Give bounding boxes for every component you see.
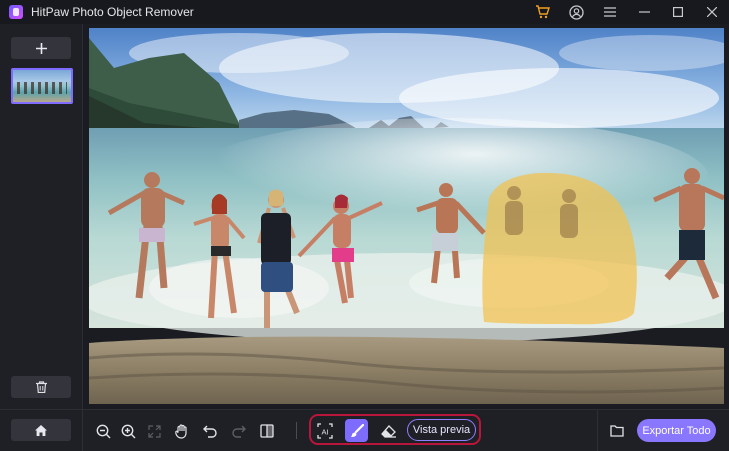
fit-screen-icon — [147, 424, 161, 438]
minimize-icon[interactable] — [627, 0, 661, 24]
brush-icon — [350, 423, 364, 437]
cart-icon[interactable] — [525, 0, 559, 24]
zoom-out-icon — [96, 424, 110, 438]
compare-button[interactable] — [256, 420, 278, 442]
home-icon — [35, 424, 47, 436]
plus-icon — [35, 42, 47, 54]
beach-photo — [89, 28, 724, 404]
undo-button[interactable] — [199, 420, 221, 442]
svg-text:AI: AI — [321, 427, 328, 436]
title-bar: HitPaw Photo Object Remover — [0, 0, 729, 24]
delete-button[interactable] — [11, 376, 71, 398]
trash-icon — [35, 381, 47, 393]
bottom-toolbar: AI Vista previa Exportar Todo — [0, 409, 729, 451]
preview-button[interactable]: Vista previa — [407, 419, 476, 441]
fit-screen-button[interactable] — [143, 420, 165, 442]
zoom-in-button[interactable] — [117, 420, 139, 442]
close-icon[interactable] — [695, 0, 729, 24]
menu-icon[interactable] — [593, 0, 627, 24]
app-title: HitPaw Photo Object Remover — [31, 5, 194, 19]
sidebar — [0, 24, 83, 409]
hand-icon — [175, 423, 187, 439]
home-button[interactable] — [11, 419, 71, 441]
ai-select-button[interactable]: AI — [314, 420, 336, 442]
add-image-button[interactable] — [11, 37, 71, 59]
zoom-out-button[interactable] — [92, 420, 114, 442]
eraser-icon — [380, 424, 396, 438]
hand-button[interactable] — [171, 420, 193, 442]
open-folder-button[interactable] — [606, 420, 628, 442]
ai-select-icon: AI — [317, 423, 333, 439]
image-thumbnail[interactable] — [11, 68, 73, 104]
maximize-icon[interactable] — [661, 0, 695, 24]
zoom-in-icon — [121, 424, 135, 438]
redo-button[interactable] — [228, 420, 250, 442]
export-all-button[interactable]: Exportar Todo — [637, 419, 716, 442]
app-logo-icon — [9, 5, 23, 19]
account-icon[interactable] — [559, 0, 593, 24]
folder-icon — [610, 425, 624, 437]
compare-icon — [260, 424, 274, 438]
redo-icon — [232, 425, 246, 438]
photo-canvas[interactable] — [89, 28, 724, 404]
brush-button[interactable] — [345, 419, 368, 442]
eraser-button[interactable] — [377, 420, 399, 442]
undo-icon — [203, 425, 217, 438]
